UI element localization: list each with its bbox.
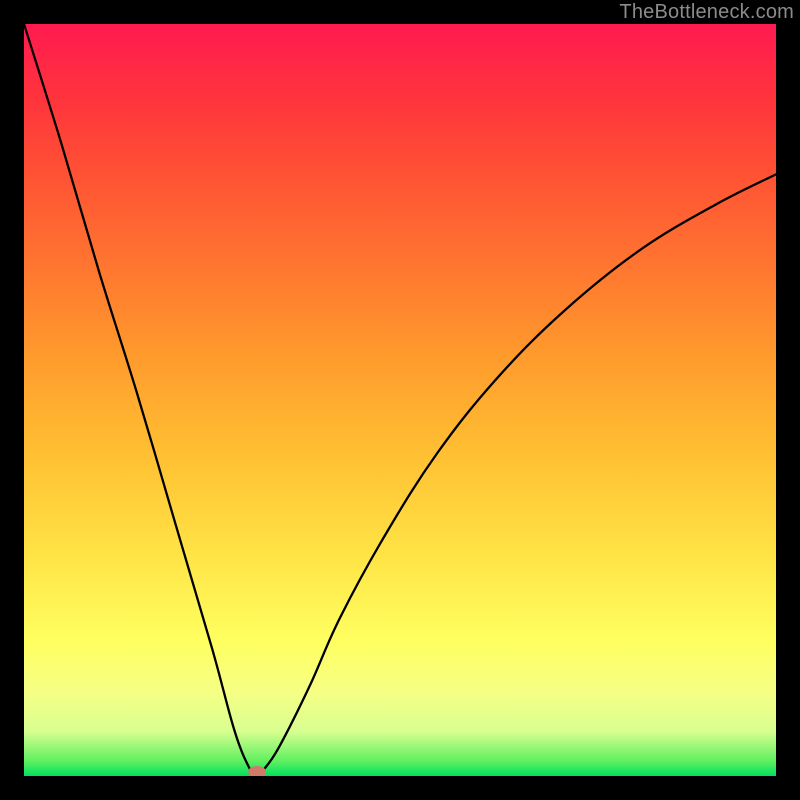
watermark-text: TheBottleneck.com xyxy=(619,1,794,24)
chart-frame: TheBottleneck.com xyxy=(0,0,800,800)
min-marker xyxy=(248,766,266,776)
plot-area xyxy=(24,24,776,776)
curve-svg xyxy=(24,24,776,776)
bottleneck-curve-path xyxy=(24,24,776,776)
